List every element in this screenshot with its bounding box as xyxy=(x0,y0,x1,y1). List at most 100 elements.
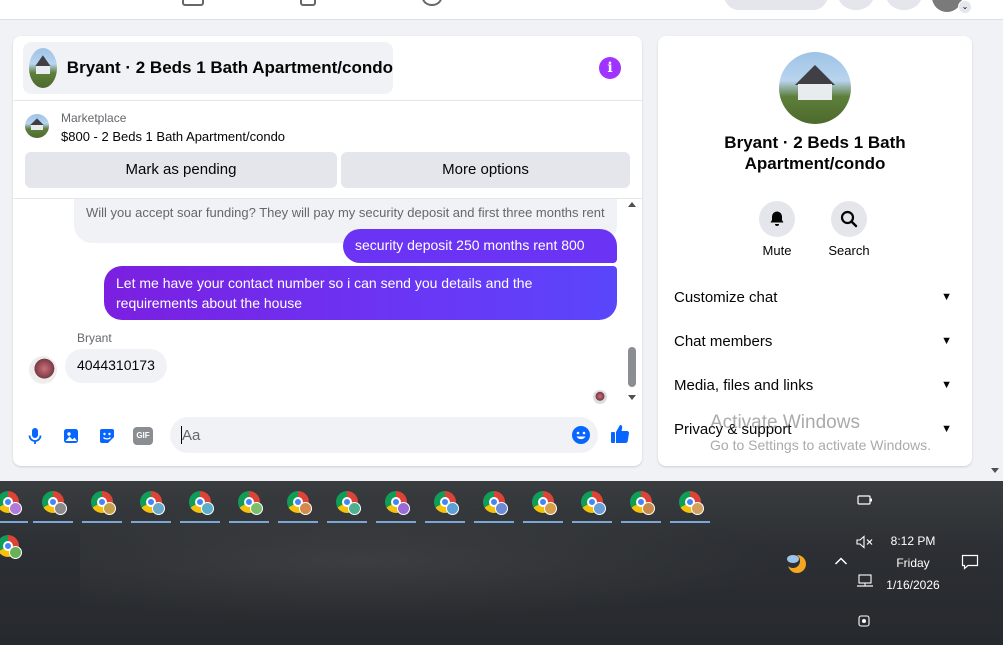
page-scroll-down-arrow-icon[interactable] xyxy=(991,468,999,473)
microphone-icon[interactable] xyxy=(25,426,45,446)
clock-day[interactable]: Friday xyxy=(880,556,946,570)
side-panel-title: Bryant · 2 Beds 1 Bath Apartment/condo xyxy=(724,133,906,173)
chrome-taskbar-icon[interactable] xyxy=(668,481,712,525)
message-input[interactable]: Aa xyxy=(170,417,598,453)
incoming-message[interactable]: 4044310173 xyxy=(65,349,167,383)
chrome-taskbar-icon[interactable] xyxy=(276,481,320,525)
chrome-taskbar-icon[interactable] xyxy=(374,481,418,525)
create-button[interactable] xyxy=(724,0,828,10)
chrome-taskbar-icon[interactable] xyxy=(227,481,271,525)
running-indicator xyxy=(82,521,122,523)
profile-badge-icon xyxy=(544,502,557,515)
photo-icon[interactable] xyxy=(61,426,81,446)
mute-label: Mute xyxy=(762,243,792,258)
scroll-down-arrow-icon[interactable] xyxy=(628,395,636,400)
profile-badge-icon xyxy=(103,502,116,515)
running-indicator xyxy=(33,521,73,523)
section-label: Privacy & support xyxy=(674,421,792,438)
section-label: Customize chat xyxy=(674,289,778,306)
top-navigation-bar: ⌄ xyxy=(0,0,1003,20)
chrome-taskbar-icon[interactable] xyxy=(472,481,516,525)
profile-badge-icon xyxy=(201,502,214,515)
listing-small-thumbnail xyxy=(25,114,49,138)
sticker-icon[interactable] xyxy=(97,426,117,446)
speaker-muted-icon[interactable] xyxy=(856,535,874,552)
conversation-header[interactable]: Bryant · 2 Beds 1 Bath Apartment/condo xyxy=(23,42,393,94)
scrollbar-thumb[interactable] xyxy=(628,347,636,387)
mute-button[interactable]: Mute xyxy=(747,201,807,258)
search-button[interactable]: Search xyxy=(819,201,879,258)
section-label: Chat members xyxy=(674,333,773,350)
menu-grid-icon[interactable] xyxy=(838,0,874,10)
meet-now-icon[interactable] xyxy=(857,614,873,631)
marketplace-listing-card: Marketplace $800 - 2 Beds 1 Bath Apartme… xyxy=(13,100,642,198)
chrome-taskbar-icon[interactable] xyxy=(619,481,663,525)
listing-description[interactable]: $800 - 2 Beds 1 Bath Apartment/condo xyxy=(61,129,285,144)
running-indicator xyxy=(229,521,269,523)
messenger-nav-icon[interactable] xyxy=(886,0,922,10)
chrome-taskbar-icon[interactable] xyxy=(178,481,222,525)
weather-icon[interactable] xyxy=(784,551,808,578)
chat-panel: Bryant · 2 Beds 1 Bath Apartment/condo i… xyxy=(13,36,642,466)
profile-badge-icon xyxy=(9,502,22,515)
chrome-taskbar-icon[interactable] xyxy=(80,481,124,525)
groups-nav-icon[interactable] xyxy=(300,0,316,6)
marketplace-nav-icon[interactable] xyxy=(182,0,204,6)
profile-badge-icon xyxy=(593,502,606,515)
scroll-up-arrow-icon[interactable] xyxy=(628,202,636,207)
battery-icon[interactable] xyxy=(857,494,873,509)
running-indicator xyxy=(327,521,367,523)
outgoing-message[interactable]: Let me have your contact number so i can… xyxy=(104,266,617,320)
info-icon[interactable]: i xyxy=(599,57,621,79)
profile-badge-icon xyxy=(642,502,655,515)
profile-badge-icon xyxy=(691,502,704,515)
customize-chat-section[interactable]: Customize chat ▼ xyxy=(674,289,956,313)
chrome-taskbar-icon[interactable] xyxy=(325,481,369,525)
media-files-links-section[interactable]: Media, files and links ▼ xyxy=(674,377,956,401)
mark-as-pending-button[interactable]: Mark as pending xyxy=(25,152,337,188)
chrome-taskbar-icon[interactable] xyxy=(0,481,30,525)
sender-avatar[interactable] xyxy=(29,356,57,384)
message-composer: GIF Aa xyxy=(13,414,642,460)
chevron-down-icon: ▼ xyxy=(941,423,952,435)
chrome-taskbar-icon[interactable] xyxy=(570,481,614,525)
windows-taskbar: 8:12 PM Friday 1/16/2026 xyxy=(0,481,1003,645)
running-indicator xyxy=(572,521,612,523)
gif-icon[interactable]: GIF xyxy=(133,427,153,445)
bell-icon xyxy=(759,201,795,237)
privacy-support-section[interactable]: Privacy & support ▼ xyxy=(674,421,956,445)
chrome-taskbar-icon[interactable] xyxy=(0,525,30,569)
outgoing-message[interactable]: security deposit 250 months rent 800 xyxy=(343,229,617,263)
running-indicator xyxy=(670,521,710,523)
profile-badge-icon xyxy=(54,502,67,515)
message-list: Will you accept soar funding? They will … xyxy=(13,198,642,408)
profile-badge-icon xyxy=(9,546,22,559)
chrome-taskbar-icon[interactable] xyxy=(31,481,75,525)
thumbs-up-icon[interactable] xyxy=(609,423,631,445)
message-input-placeholder: Aa xyxy=(182,427,201,444)
chevron-down-icon: ▼ xyxy=(941,291,952,303)
conversation-info-panel: Bryant · 2 Beds 1 Bath Apartment/condo M… xyxy=(658,36,972,466)
clock-date[interactable]: 1/16/2026 xyxy=(880,578,946,592)
network-icon[interactable] xyxy=(856,574,874,591)
gaming-nav-icon[interactable] xyxy=(422,0,442,6)
notification-center-icon[interactable] xyxy=(961,554,979,573)
emoji-icon[interactable] xyxy=(571,425,591,445)
conversation-title: Bryant · 2 Beds 1 Bath Apartment/condo xyxy=(66,58,393,77)
clock-time[interactable]: 8:12 PM xyxy=(880,534,946,548)
chrome-taskbar-icon[interactable] xyxy=(129,481,173,525)
profile-badge-icon xyxy=(446,502,459,515)
listing-thumbnail xyxy=(29,48,57,88)
show-hidden-icons-chevron-icon[interactable] xyxy=(834,554,848,569)
account-chevron-icon[interactable]: ⌄ xyxy=(958,0,972,14)
chevron-down-icon: ▼ xyxy=(941,379,952,391)
listing-profile-image[interactable] xyxy=(779,52,851,124)
chrome-taskbar-icon[interactable] xyxy=(423,481,467,525)
profile-badge-icon xyxy=(348,502,361,515)
more-options-button[interactable]: More options xyxy=(341,152,630,188)
chat-members-section[interactable]: Chat members ▼ xyxy=(674,333,956,357)
chrome-taskbar-icon[interactable] xyxy=(521,481,565,525)
profile-badge-icon xyxy=(495,502,508,515)
message-scrollbar[interactable] xyxy=(625,199,639,407)
seen-receipt-avatar xyxy=(593,390,607,404)
